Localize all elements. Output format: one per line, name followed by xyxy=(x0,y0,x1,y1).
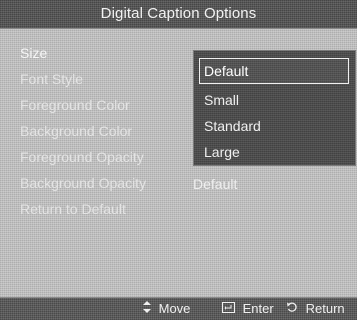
menu-item-foreground-color[interactable]: Foreground Color xyxy=(10,92,200,118)
menu-item-font-style[interactable]: Font Style xyxy=(10,66,200,92)
page-title: Digital Caption Options xyxy=(100,5,257,22)
dropdown-option-label: Standard xyxy=(204,118,261,134)
caption-menu: Size Font Style Foreground Color Backgro… xyxy=(10,40,200,222)
footer-hints: Move Enter Return xyxy=(0,297,357,320)
move-label: Move xyxy=(158,301,191,316)
menu-item-label: Font Style xyxy=(20,71,84,87)
title-bar: Digital Caption Options xyxy=(0,0,357,29)
dropdown-option-label: Small xyxy=(204,92,240,108)
dropdown-option-label: Large xyxy=(204,144,240,160)
size-dropdown[interactable]: Default Small Standard Large xyxy=(193,50,356,166)
menu-item-label: Size xyxy=(20,45,48,61)
return-hint: Return xyxy=(286,301,345,316)
menu-item-background-color[interactable]: Background Color xyxy=(10,118,200,144)
move-hint: Move xyxy=(143,301,190,316)
enter-hint: Enter xyxy=(222,301,274,316)
enter-icon xyxy=(222,302,235,316)
return-label: Return xyxy=(305,301,345,316)
menu-item-size[interactable]: Size xyxy=(10,40,200,66)
dropdown-option-large[interactable]: Large xyxy=(194,139,355,165)
menu-item-return-to-default[interactable]: Return to Default xyxy=(10,196,200,222)
menu-item-label: Foreground Opacity xyxy=(20,149,144,165)
dropdown-option-label: Default xyxy=(204,63,249,79)
dropdown-option-small[interactable]: Small xyxy=(194,87,355,113)
menu-item-label: Background Opacity xyxy=(20,175,147,191)
enter-label: Enter xyxy=(242,301,274,316)
menu-item-label: Return to Default xyxy=(20,201,126,217)
menu-item-foreground-opacity[interactable]: Foreground Opacity xyxy=(10,144,200,170)
background-opacity-value: Default xyxy=(193,176,238,192)
menu-item-label: Foreground Color xyxy=(20,97,130,113)
return-icon xyxy=(286,301,298,316)
digital-caption-options-screen: Digital Caption Options Size Font Style … xyxy=(0,0,357,320)
dropdown-option-standard[interactable]: Standard xyxy=(194,113,355,139)
menu-item-background-opacity[interactable]: Background Opacity xyxy=(10,170,200,196)
dropdown-option-default[interactable]: Default xyxy=(199,58,349,84)
menu-item-label: Background Color xyxy=(20,123,133,139)
updown-arrow-icon xyxy=(143,301,151,316)
